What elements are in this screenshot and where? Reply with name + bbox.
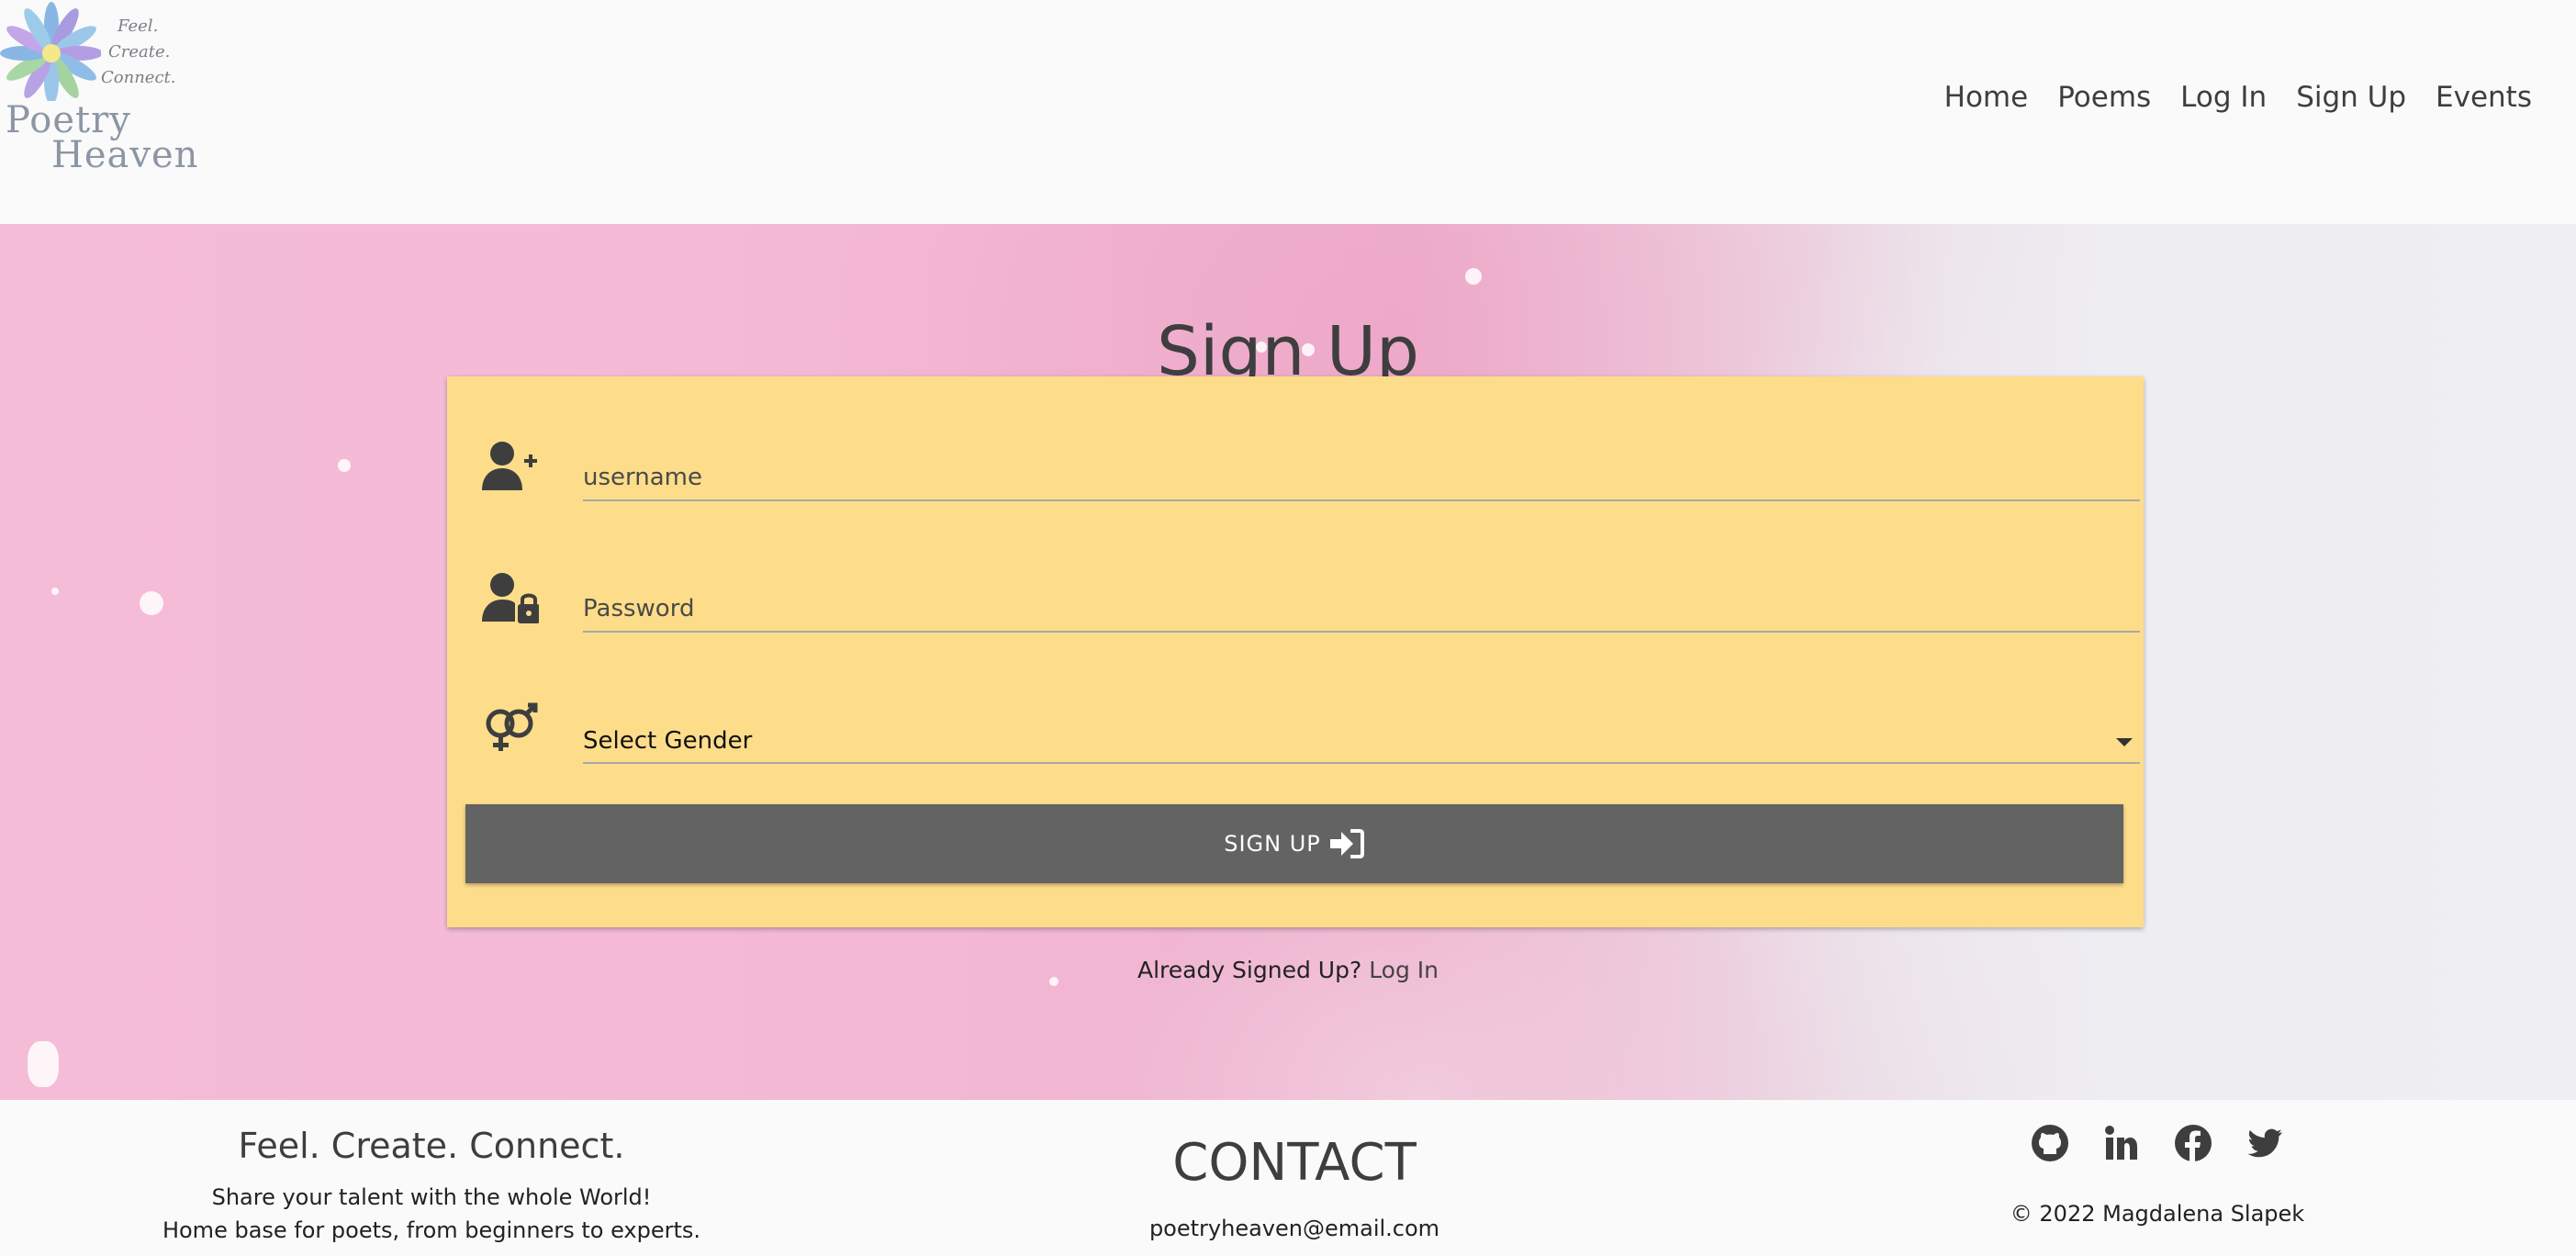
copyright: © 2022 Magdalena Slapek: [2010, 1201, 2305, 1227]
footer-line-2: Home base for poets, from beginners to e…: [162, 1217, 701, 1243]
logo-name-heaven: Heaven: [51, 134, 199, 176]
linkedin-icon[interactable]: [2102, 1124, 2141, 1162]
sign-in-icon: [1329, 829, 1364, 858]
decor-speck: [1465, 268, 1482, 285]
site-logo[interactable]: Feel. Create. Connect. Poetry Heaven: [0, 0, 197, 184]
log-in-link[interactable]: Log In: [1369, 957, 1439, 983]
user-plus-icon: [482, 442, 537, 490]
footer-line-1: Share your talent with the whole World!: [211, 1184, 652, 1210]
sign-up-button[interactable]: SIGN UP: [465, 804, 2123, 883]
signup-form-card: Select Gender SIGN UP: [447, 376, 2144, 927]
gender-icon: [486, 702, 538, 751]
github-icon[interactable]: [2031, 1124, 2069, 1162]
logo-tagline-connect: Connect.: [101, 68, 176, 87]
decor-speck: [140, 591, 163, 615]
nav-poems[interactable]: Poems: [2057, 81, 2151, 114]
social-links: [2031, 1124, 2284, 1162]
nav-log-in[interactable]: Log In: [2180, 81, 2267, 114]
decor-speck: [51, 588, 59, 595]
site-footer: Feel. Create. Connect. Share your talent…: [0, 1100, 2576, 1256]
contact-heading: CONTACT: [1172, 1133, 1417, 1193]
gender-select[interactable]: Select Gender: [583, 718, 2140, 764]
nav-home[interactable]: Home: [1944, 81, 2029, 114]
contact-email[interactable]: poetryheaven@email.com: [918, 1216, 1671, 1241]
decor-speck: [338, 459, 351, 472]
sign-up-button-label: SIGN UP: [1224, 831, 1321, 857]
twitter-icon[interactable]: [2246, 1124, 2284, 1162]
flower-logo-icon: [0, 2, 101, 101]
gender-row: Select Gender: [482, 694, 2140, 768]
facebook-icon[interactable]: [2174, 1124, 2212, 1162]
logo-tagline-feel: Feel.: [118, 17, 159, 36]
footer-slogan: Feel. Create. Connect.: [238, 1126, 625, 1166]
username-row: [482, 432, 2140, 505]
main-nav: Home Poems Log In Sign Up Events: [1944, 81, 2532, 114]
nav-events[interactable]: Events: [2436, 81, 2532, 114]
chevron-down-icon: [2116, 738, 2133, 746]
already-signed-up-text: Already Signed Up?: [1137, 957, 1362, 983]
nav-sign-up[interactable]: Sign Up: [2296, 81, 2406, 114]
already-signed-up: Already Signed Up? Log In: [0, 957, 2576, 983]
gender-select-value: Select Gender: [583, 727, 753, 755]
site-header: Feel. Create. Connect. Poetry Heaven Hom…: [0, 0, 2576, 224]
signup-section: Sign Up username Select Gender SIGN UP A…: [0, 224, 2576, 1100]
user-lock-icon: [482, 573, 539, 623]
password-row: [482, 563, 2140, 636]
password-input[interactable]: [583, 587, 2140, 633]
decor-speck: [28, 1041, 59, 1087]
logo-tagline-create: Create.: [108, 42, 171, 62]
username-input[interactable]: [583, 455, 2140, 501]
